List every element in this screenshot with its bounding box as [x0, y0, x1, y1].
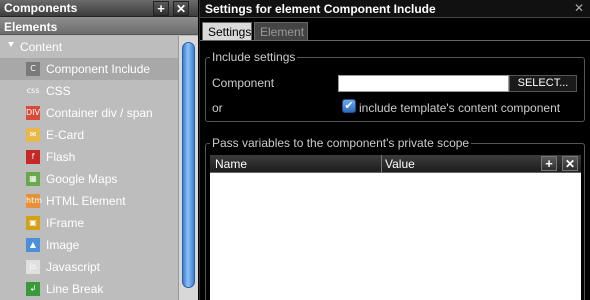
variables-grid-header: Name Value + ✕	[210, 155, 581, 173]
scrollbar-thumb[interactable]	[182, 42, 195, 288]
list-item[interactable]: C Component Include	[0, 58, 178, 80]
tab-element[interactable]: Element	[254, 22, 308, 40]
list-item[interactable]: ▦ Google Maps	[0, 168, 178, 190]
tab-divider	[200, 40, 590, 41]
delete-variable-button[interactable]: ✕	[562, 156, 578, 171]
components-panel-title: Components	[4, 1, 78, 15]
list-item-label: IFrame	[46, 216, 85, 230]
list-item-label: E-Card	[46, 128, 85, 142]
javascript-icon: js	[26, 260, 40, 274]
close-icon: ✕	[175, 1, 187, 16]
component-tree: Content C Component Include css CSS DIV Conta…	[0, 36, 178, 300]
list-item[interactable]: ✉ E-Card	[0, 124, 178, 146]
column-divider[interactable]	[381, 155, 382, 173]
list-item[interactable]: ▲ Image	[0, 234, 178, 256]
list-item[interactable]: js Javascript	[0, 256, 178, 278]
tab-settings[interactable]: Settings	[202, 22, 252, 40]
line-break-icon: ↲	[26, 282, 40, 296]
elements-header: Elements	[0, 17, 198, 35]
list-item[interactable]: f Flash	[0, 146, 178, 168]
tree-group-content[interactable]: Content	[0, 36, 178, 58]
settings-panel: Settings for element Component Include ✕…	[199, 0, 590, 300]
add-variable-button[interactable]: +	[541, 156, 557, 171]
list-item[interactable]: ▣ IFrame	[0, 212, 178, 234]
tree-scrollbar[interactable]	[178, 36, 198, 300]
component-include-icon: C	[26, 62, 40, 76]
components-panel: Components + ✕ Elements Content C Compone…	[0, 0, 198, 300]
checkmark-icon: ✔	[344, 100, 354, 112]
close-icon[interactable]: ✕	[574, 1, 584, 15]
add-component-button[interactable]: +	[153, 1, 169, 16]
include-settings-legend: Include settings	[212, 50, 296, 64]
select-button[interactable]: SELECT...	[509, 75, 577, 92]
component-label: Component	[212, 76, 275, 90]
list-item-label: Line Break	[46, 282, 104, 296]
list-item-label: Google Maps	[46, 172, 118, 186]
list-item[interactable]: css CSS	[0, 80, 178, 102]
list-item[interactable]: DIV Container div / span	[0, 102, 178, 124]
settings-panel-title: Settings for element Component Include	[205, 2, 436, 16]
list-item-label: Container div / span	[46, 106, 153, 120]
list-item-label: Image	[46, 238, 80, 252]
plus-icon: +	[157, 1, 165, 16]
ecard-icon: ✉	[26, 128, 40, 142]
expand-arrow-icon	[8, 42, 14, 47]
include-template-checkbox[interactable]: ✔	[342, 99, 356, 113]
plus-icon: +	[545, 156, 553, 171]
elements-title: Elements	[4, 20, 58, 34]
div-icon: DIV	[26, 106, 40, 120]
list-item[interactable]: ↲ Line Break	[0, 278, 178, 300]
components-panel-header: Components + ✕	[0, 0, 198, 17]
pass-variables-legend: Pass variables to the component's privat…	[212, 136, 470, 150]
google-maps-icon: ▦	[26, 172, 40, 186]
css-icon: css	[26, 84, 40, 98]
include-template-label[interactable]: include template's content component	[359, 101, 560, 115]
settings-panel-header: Settings for element Component Include ✕	[200, 0, 590, 18]
column-header-value[interactable]: Value	[385, 157, 415, 171]
iframe-icon: ▣	[26, 216, 40, 230]
html-element-icon: htm	[26, 194, 42, 208]
list-item-label: Component Include	[46, 62, 151, 76]
or-label: or	[212, 101, 223, 115]
image-icon: ▲	[26, 238, 40, 252]
tree-group-label: Content	[20, 40, 63, 54]
component-input[interactable]	[338, 75, 509, 92]
close-components-button[interactable]: ✕	[173, 1, 189, 16]
list-item[interactable]: htm HTML Element	[0, 190, 178, 212]
close-icon: ✕	[564, 156, 576, 171]
list-item-label: Flash	[46, 150, 76, 164]
column-header-name[interactable]: Name	[215, 157, 247, 171]
list-item-label: Javascript	[46, 260, 101, 274]
list-item-label: HTML Element	[46, 194, 126, 208]
variables-grid[interactable]: Name Value + ✕	[210, 155, 581, 300]
flash-icon: f	[26, 150, 40, 164]
list-item-label: CSS	[46, 84, 71, 98]
